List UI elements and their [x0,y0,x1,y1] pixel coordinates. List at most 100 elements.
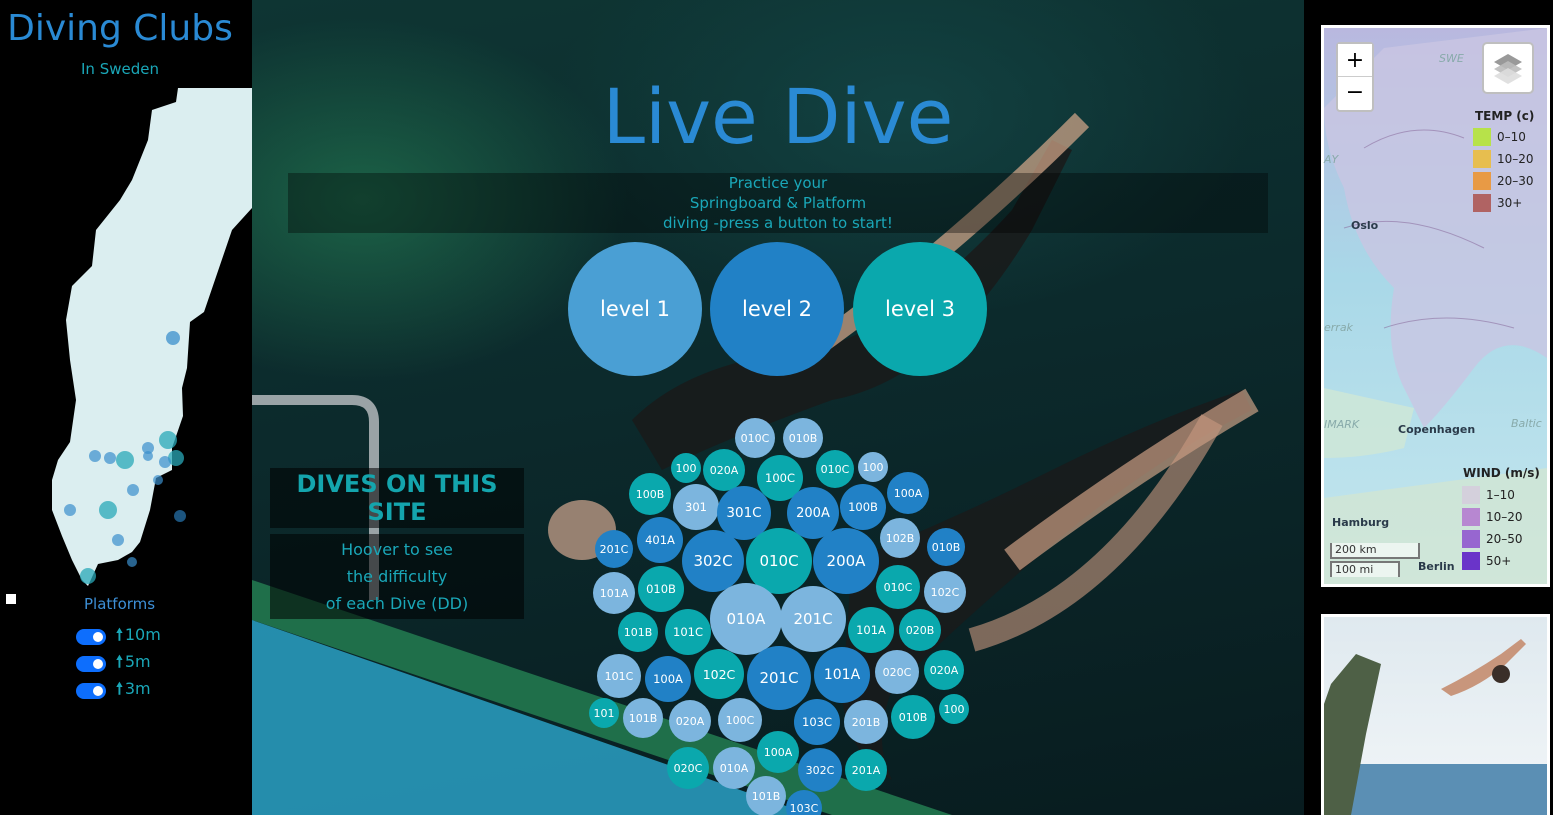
zoom-control: + − [1336,42,1374,112]
dive-bubble[interactable]: 010C [816,450,854,488]
dive-bubble[interactable]: 302C [682,530,744,592]
dive-bubble[interactable]: 010B [891,695,935,739]
club-marker[interactable] [89,450,101,462]
dive-bubble[interactable]: 100B [840,484,886,530]
club-marker[interactable] [80,568,96,584]
toggle-switch[interactable] [76,656,106,672]
club-marker[interactable] [64,504,76,516]
subtitle-line: diving -press a button to start! [663,214,893,232]
dive-bubble[interactable]: 020C [875,650,919,694]
dive-bubble[interactable]: 102B [880,518,920,558]
dive-bubble[interactable]: 201A [845,749,887,791]
club-marker[interactable] [143,451,153,461]
legend-item: 20–30 [1473,172,1534,190]
club-marker[interactable] [159,431,177,449]
dive-bubble[interactable]: 201B [844,700,888,744]
dive-bubble[interactable]: 010A [713,747,755,789]
dive-bubble[interactable]: 020A [924,650,964,690]
legend-swatch [1473,128,1491,146]
dive-bubble[interactable]: 101C [597,654,641,698]
legend-swatch [1462,530,1480,548]
dive-bubble[interactable]: 010B [927,528,965,566]
dive-bubble[interactable]: 100B [629,473,671,515]
dive-bubble[interactable]: 201C [780,586,846,652]
platform-toggle-3m[interactable]: 🠕 3m [76,679,151,701]
dive-bubble[interactable]: 102C [924,571,966,613]
dive-bubble[interactable]: 020B [899,609,941,651]
hero-section: Live Dive Practice your Springboard & Pl… [252,0,1304,815]
dive-bubble[interactable]: 102C [694,649,744,699]
legend-label: 10–20 [1497,152,1534,166]
dive-bubble[interactable]: 101A [814,647,870,703]
dive-bubble[interactable]: 101 [589,698,619,728]
dive-bubble[interactable]: 010B [783,418,823,458]
toggle-switch[interactable] [76,629,106,645]
legend-swatch [1473,172,1491,190]
zoom-out-button[interactable]: − [1338,76,1372,108]
hint-line: of each Dive (DD) [325,594,469,613]
dive-bubble[interactable]: 101B [746,776,786,815]
dive-bubble[interactable]: 103C [794,699,840,745]
dive-bubble[interactable]: 100 [939,694,969,724]
legend-swatch [1462,486,1480,504]
club-marker[interactable] [127,557,137,567]
level-2-button[interactable]: level 2 [710,242,844,376]
dive-bubble[interactable]: 020A [703,449,745,491]
club-marker[interactable] [116,451,134,469]
club-marker[interactable] [159,456,171,468]
dive-bubble[interactable]: 100 [858,452,888,482]
dive-bubble[interactable]: 401A [637,517,683,563]
dive-bubble[interactable]: 100A [887,472,929,514]
club-marker[interactable] [153,475,163,485]
dive-bubble[interactable]: 101A [848,607,894,653]
legend-label: 20–50 [1486,532,1523,546]
club-marker[interactable] [174,510,186,522]
dive-bubble[interactable]: 101B [618,612,658,652]
club-marker[interactable] [99,501,117,519]
dive-bubble[interactable]: 101C [665,609,711,655]
dive-bubble[interactable]: 010A [710,583,782,655]
layers-button[interactable] [1482,42,1534,94]
dive-bubble[interactable]: 100 [671,453,701,483]
zoom-in-button[interactable]: + [1338,44,1372,76]
platform-toggle-5m[interactable]: 🠕 5m [76,651,151,674]
hero-title: Live Dive [602,72,954,161]
dive-bubble[interactable]: 020A [669,700,711,742]
club-marker[interactable] [104,452,116,464]
dive-bubble[interactable]: 100A [757,731,799,773]
dive-bubble[interactable]: 200A [813,528,879,594]
club-marker[interactable] [112,534,124,546]
legend-swatch [1462,552,1480,570]
level-1-button[interactable]: level 1 [568,242,702,376]
place-label: Berlin [1418,560,1455,573]
dive-bubble[interactable]: 100A [645,656,691,702]
dive-bubble[interactable]: 101A [593,572,635,614]
dive-bubble[interactable]: 010B [638,566,684,612]
arrow-up-icon: 🠕 [116,651,123,671]
level-3-button[interactable]: level 3 [853,242,987,376]
club-marker[interactable] [166,331,180,345]
temp-legend-title: TEMP (c) [1475,109,1535,123]
legend-item: 20–50 [1462,530,1523,548]
dive-bubble[interactable]: 010C [735,418,775,458]
legend-swatch [1473,194,1491,212]
dive-bubble[interactable]: 301 [673,484,719,530]
dive-bubble[interactable]: 100C [718,698,762,742]
dive-bubble[interactable]: 101B [623,698,663,738]
platform-label: 10m [124,624,161,644]
dive-bubble[interactable]: 020C [667,747,709,789]
map-handle[interactable] [6,594,16,604]
legend-label: 30+ [1497,196,1523,210]
dive-bubble[interactable]: 010C [876,565,920,609]
sweden-clubs-map[interactable] [0,80,252,600]
toggle-switch[interactable] [76,683,106,699]
dive-bubble[interactable]: 201C [747,646,811,710]
club-marker[interactable] [127,484,139,496]
sidebar: Diving Clubs In Sweden Platforms 🠕 10m 🠕… [0,0,252,815]
legend-item: 10–20 [1462,508,1523,526]
platform-toggle-10m[interactable]: 🠕 10m [76,624,161,647]
wind-legend-title: WIND (m/s) [1463,466,1540,480]
dive-bubble[interactable]: 201C [595,530,633,568]
arrow-up-icon: 🠕 [116,624,123,644]
dive-bubble[interactable]: 302C [798,748,842,792]
